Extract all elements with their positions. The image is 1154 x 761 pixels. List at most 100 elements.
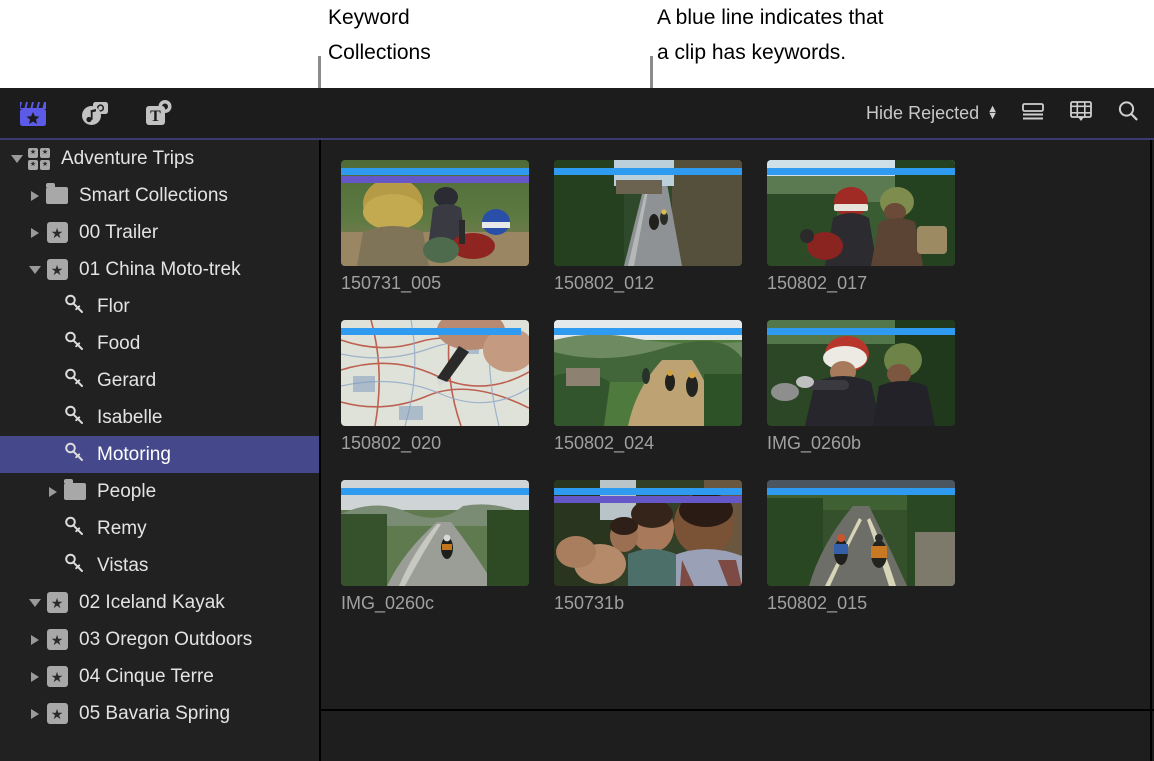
sidebar-item-label: Flor <box>97 295 130 317</box>
event-icon: ★ <box>46 259 68 280</box>
clip-item[interactable]: 150731b <box>554 480 766 614</box>
clip-name: IMG_0260b <box>767 433 862 453</box>
clip-thumbnail[interactable] <box>341 480 529 586</box>
sidebar-item-05-bavaria-spring[interactable]: ★ 05 Bavaria Spring <box>0 695 319 732</box>
sidebar-item-gerard[interactable]: Gerard <box>0 362 319 399</box>
clip-name: IMG_0260c <box>341 593 435 613</box>
hide-rejected-filter[interactable]: Hide Rejected ▲ ▼ <box>866 103 998 124</box>
keyword-icon-wrap <box>62 325 88 362</box>
keyword-indicator-line <box>767 168 955 175</box>
list-view-icon[interactable] <box>1020 100 1046 127</box>
event-icon-wrap: ★ <box>44 214 70 251</box>
clip-poster-frame <box>767 160 955 266</box>
clip-poster-frame <box>341 480 529 586</box>
clip-thumbnail[interactable] <box>767 320 955 426</box>
clip-name: 150802_012 <box>554 273 655 293</box>
chevron-right-icon[interactable] <box>26 177 44 214</box>
sidebar-item-04-cinque-terre[interactable]: ★ 04 Cinque Terre <box>0 658 319 695</box>
event-icon: ★ <box>46 592 68 613</box>
sidebar-item-motoring[interactable]: Motoring <box>0 436 319 473</box>
sidebar-item-isabelle[interactable]: Isabelle <box>0 399 319 436</box>
clip-grid: 150731_005 150802_012 150802_017 150802_020… <box>341 160 979 614</box>
chevron-down-icon[interactable] <box>26 251 44 288</box>
sidebar-item-label: 05 Bavaria Spring <box>79 702 231 724</box>
screenshot-root: Keyword Collections A blue line indicate… <box>0 0 1154 761</box>
keyword-icon <box>64 405 86 431</box>
keyword-indicator-line <box>341 168 529 175</box>
clip-thumbnail[interactable] <box>767 480 955 586</box>
keyword-indicator-line <box>341 488 529 495</box>
sidebar-item-label: 04 Cinque Terre <box>79 665 214 687</box>
chevron-down-icon[interactable] <box>26 584 44 621</box>
search-icon[interactable] <box>1116 99 1140 128</box>
clip-item[interactable]: 150802_020 <box>341 320 553 454</box>
keyword-indicator-line <box>554 488 742 495</box>
event-icon-wrap: ★ <box>44 695 70 732</box>
sidebar-item-flor[interactable]: Flor <box>0 288 319 325</box>
keyword-indicator-line <box>554 168 742 175</box>
toolbar-media-type-buttons: T <box>14 94 176 132</box>
sidebar-item-label: Adventure Trips <box>61 147 195 169</box>
sidebar-item-remy[interactable]: Remy <box>0 510 319 547</box>
clip-thumbnail[interactable] <box>554 480 742 586</box>
clip-item[interactable]: 150802_024 <box>554 320 766 454</box>
sidebar-item-food[interactable]: Food <box>0 325 319 362</box>
sidebar-item-smart-collections[interactable]: Smart Collections <box>0 177 319 214</box>
chevron-right-icon[interactable] <box>26 658 44 695</box>
sidebar-item-01-china-moto-trek[interactable]: ★ 01 China Moto-trek <box>0 251 319 288</box>
clip-item[interactable]: IMG_0260c <box>341 480 553 614</box>
event-icon-wrap: ★ <box>44 658 70 695</box>
clip-item[interactable]: 150802_015 <box>767 480 979 614</box>
chevron-right-icon[interactable] <box>26 214 44 251</box>
secondary-keyword-indicator-line <box>554 496 742 503</box>
clip-item[interactable]: 150802_012 <box>554 160 766 294</box>
chevron-right-icon[interactable] <box>44 473 62 510</box>
filmstrip-view-icon[interactable] <box>1068 99 1094 128</box>
clip-item[interactable]: IMG_0260b <box>767 320 979 454</box>
keyword-indicator-line <box>554 328 742 335</box>
chevron-right-icon[interactable] <box>26 621 44 658</box>
clip-name: 150731_005 <box>341 273 442 293</box>
clip-thumbnail[interactable] <box>341 160 529 266</box>
chevron-right-icon[interactable] <box>26 695 44 732</box>
event-icon-wrap: ★ <box>44 251 70 288</box>
sidebar-item-00-trailer[interactable]: ★ 00 Trailer <box>0 214 319 251</box>
keyword-icon-wrap <box>62 547 88 584</box>
keyword-icon <box>64 331 86 357</box>
keyword-indicator-line <box>341 328 522 335</box>
clip-thumbnail[interactable] <box>341 320 529 426</box>
event-icon-wrap: ★ <box>44 584 70 621</box>
keyword-icon-wrap <box>62 510 88 547</box>
clip-thumbnail[interactable] <box>554 160 742 266</box>
libraries-icon[interactable] <box>14 94 52 132</box>
keyword-icon-wrap <box>62 399 88 436</box>
clip-item[interactable]: 150802_017 <box>767 160 979 294</box>
keyword-indicator-line <box>767 328 955 335</box>
sidebar-item-label: Food <box>97 332 141 354</box>
sidebar-item-02-iceland-kayak[interactable]: ★ 02 Iceland Kayak <box>0 584 319 621</box>
sidebar-item-people[interactable]: People <box>0 473 319 510</box>
photos-audio-icon[interactable] <box>76 94 114 132</box>
libraries-sidebar[interactable]: ★ ★ ★ ★ Adventure Trips Smart Collections ★ 00 … <box>0 140 319 761</box>
keyword-icon-wrap <box>62 362 88 399</box>
folder-icon-wrap <box>44 177 70 214</box>
browser-toolbar: T Hide Rejected ▲ ▼ <box>0 88 1154 139</box>
titles-generators-icon[interactable]: T <box>138 94 176 132</box>
chevron-down-icon[interactable] <box>8 140 26 177</box>
clip-item[interactable]: 150731_005 <box>341 160 553 294</box>
sidebar-item-03-oregon-outdoors[interactable]: ★ 03 Oregon Outdoors <box>0 621 319 658</box>
callout-blue-line: A blue line indicates that a clip has ke… <box>657 6 884 64</box>
hide-rejected-label: Hide Rejected <box>866 102 980 123</box>
clip-thumbnail[interactable] <box>767 160 955 266</box>
keyword-icon <box>64 553 86 579</box>
sidebar-item-label: Smart Collections <box>79 184 228 206</box>
sidebar-item-vistas[interactable]: Vistas <box>0 547 319 584</box>
final-cut-pro-window: T Hide Rejected ▲ ▼ ★ ★ ★ ★ Adventure Tr… <box>0 88 1154 761</box>
sidebar-item-adventure-trips[interactable]: ★ ★ ★ ★ Adventure Trips <box>0 140 319 177</box>
callout-keyword-collections: Keyword Collections <box>328 6 431 64</box>
clip-thumbnail[interactable] <box>554 320 742 426</box>
clip-browser[interactable]: 150731_005 150802_012 150802_017 150802_020… <box>321 140 1150 709</box>
